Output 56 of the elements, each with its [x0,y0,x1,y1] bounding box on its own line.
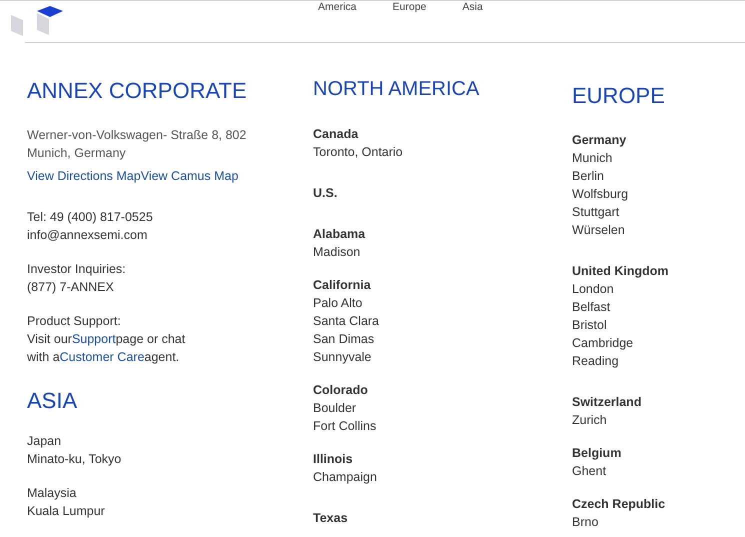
city-name: Champaign [313,469,377,486]
city-name: Boulder [313,400,356,417]
city-name: Madison [313,244,360,261]
country-name: United Kingdom [572,263,669,280]
region-name: California [313,277,371,294]
city-name: Fort Collins [313,418,376,435]
region-name: Belgium [572,445,622,462]
investor-text: (877) 7-ANNEX [27,279,114,296]
contact-text: info@annexsemi.com [27,227,148,244]
nav-link[interactable]: Asia [462,1,483,13]
city-name: Berlin [572,168,604,185]
city-name: Toronto, Ontario [313,144,403,161]
city-name: Ghent [572,463,606,480]
country-name: Japan [27,433,62,450]
country-name: Malaysia [27,485,76,502]
country-name: Illinois [313,451,353,468]
support-label: Product Support: [27,313,121,330]
country-name: Germany [572,132,626,149]
customer-care-link[interactable]: Customer Care [60,350,144,364]
city-name: Kuala Lumpur [27,503,105,520]
support-link[interactable]: Support [72,332,116,346]
city-name: Munich [572,150,612,167]
support-text: Visit ourSupportpage or chat with aCustomer Careagent. [27,331,186,366]
city-name: Zurich [572,412,607,429]
city-name: Belfast [572,299,610,316]
region-name: Switzerland [572,394,642,411]
city-name: Wolfsburg [572,186,628,203]
section-heading: ASIA [27,388,78,414]
region-name: Alabama [313,226,366,243]
map-link[interactable]: View Directions Map [27,167,141,185]
city-name: San Dimas [313,331,374,348]
city-name: Minato-ku, Tokyo [27,451,122,468]
country-name: Canada [313,126,358,143]
region-name: Czech Republic [572,496,666,513]
nav-link[interactable]: Europe [392,1,426,13]
city-name: Würselen [572,222,625,239]
contact-text: Tel: 49 (400) 817-0525 [27,209,153,226]
city-name: Stuttgart [572,204,620,221]
section-heading: EUROPE [572,83,665,109]
address-text: Werner-von-Volkswagen- Straße 8, 802 Munich, Germany [27,127,246,162]
nav-link[interactable]: America [318,1,357,13]
city-name: Palo Alto [313,295,362,312]
country-name: Texas [313,510,348,527]
city-name: Santa Clara [313,313,380,330]
city-name: Sunnyvale [313,349,372,366]
country-name: U.S. [313,185,338,202]
city-name: Brno [572,514,598,531]
section-heading: ANNEX CORPORATE [27,78,247,104]
city-name: Bristol [572,317,607,334]
investor-text: Investor Inquiries: [27,261,126,278]
region-name: Colorado [313,382,368,399]
map-link[interactable]: View Camus Map [140,167,238,185]
city-name: Cambridge [572,335,634,352]
city-name: London [572,281,614,298]
city-name: Reading [572,353,619,370]
section-heading: NORTH AMERICA [313,77,480,101]
